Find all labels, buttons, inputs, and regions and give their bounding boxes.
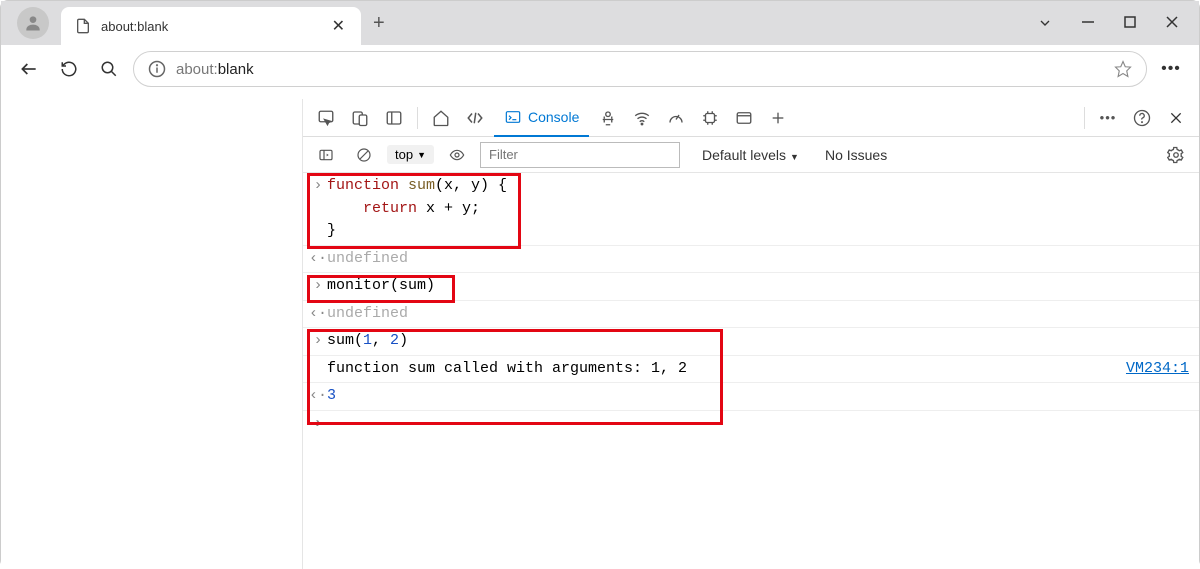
new-tab-button[interactable]: + xyxy=(373,12,385,35)
code-text: monitor(sum) xyxy=(327,275,1189,298)
sources-icon[interactable] xyxy=(593,103,623,133)
performance-icon[interactable] xyxy=(661,103,691,133)
console-input-row: › sum(1, 2) xyxy=(303,328,1199,356)
welcome-icon[interactable] xyxy=(426,103,456,133)
content-area: Console ••• top ▼ Def xyxy=(1,99,1199,569)
close-devtools-icon[interactable] xyxy=(1161,103,1191,133)
search-button[interactable] xyxy=(93,53,125,85)
chevron-down-icon[interactable] xyxy=(1037,15,1053,31)
profile-avatar[interactable] xyxy=(17,7,49,39)
log-text: function sum called with arguments: 1, 2 xyxy=(327,358,1126,381)
memory-icon[interactable] xyxy=(695,103,725,133)
input-caret-icon: › xyxy=(309,330,327,353)
input-caret-icon: › xyxy=(309,175,327,243)
devtools-panel: Console ••• top ▼ Def xyxy=(303,99,1199,569)
output-caret-icon: ‹· xyxy=(309,385,327,408)
device-toggle-icon[interactable] xyxy=(345,103,375,133)
context-label: top xyxy=(395,147,413,162)
favorite-icon[interactable] xyxy=(1114,60,1132,78)
reload-button[interactable] xyxy=(53,53,85,85)
file-icon xyxy=(75,18,91,34)
console-log-row: function sum called with arguments: 1, 2… xyxy=(303,356,1199,384)
prompt-caret-icon: › xyxy=(309,413,327,436)
console-toolbar: top ▼ Default levels No Issues xyxy=(303,137,1199,173)
devtools-more-icon[interactable]: ••• xyxy=(1093,103,1123,133)
tab-console[interactable]: Console xyxy=(494,99,589,137)
toggle-sidebar-icon[interactable] xyxy=(311,140,341,170)
help-icon[interactable] xyxy=(1127,103,1157,133)
close-tab-icon[interactable]: ✕ xyxy=(330,14,347,38)
filter-input[interactable] xyxy=(480,142,680,168)
input-caret-icon: › xyxy=(309,275,327,298)
window-titlebar: about:blank ✕ + xyxy=(1,1,1199,45)
clear-console-icon[interactable] xyxy=(349,140,379,170)
code-text: sum(1, 2) xyxy=(327,330,1189,353)
console-result-row: ‹· undefined xyxy=(303,246,1199,274)
maximize-icon[interactable] xyxy=(1123,15,1137,31)
console-prompt-row[interactable]: › xyxy=(303,411,1199,438)
console-input-row: › function sum(x, y) { return x + y; } xyxy=(303,173,1199,246)
output-caret-icon: ‹· xyxy=(309,303,327,326)
context-selector[interactable]: top ▼ xyxy=(387,145,434,164)
result-text: undefined xyxy=(327,248,1189,271)
console-result-row: ‹· 3 xyxy=(303,383,1199,411)
window-controls xyxy=(1037,15,1199,31)
elements-icon[interactable] xyxy=(460,103,490,133)
tab-title: about:blank xyxy=(101,19,330,34)
devtools-tabstrip: Console ••• xyxy=(303,99,1199,137)
network-icon[interactable] xyxy=(627,103,657,133)
more-tabs-icon[interactable] xyxy=(763,103,793,133)
result-text: undefined xyxy=(327,303,1189,326)
dock-icon[interactable] xyxy=(379,103,409,133)
result-text: 3 xyxy=(327,385,1189,408)
browser-tab[interactable]: about:blank ✕ xyxy=(61,7,361,45)
more-menu-button[interactable]: ••• xyxy=(1155,60,1187,78)
close-window-icon[interactable] xyxy=(1165,15,1179,31)
live-expression-icon[interactable] xyxy=(442,140,472,170)
issues-indicator[interactable]: No Issues xyxy=(825,147,887,163)
console-output[interactable]: › function sum(x, y) { return x + y; } ‹… xyxy=(303,173,1199,569)
page-viewport xyxy=(1,99,303,569)
minimize-icon[interactable] xyxy=(1081,15,1095,31)
address-bar[interactable]: about:blank xyxy=(133,51,1147,87)
site-info-icon[interactable] xyxy=(148,60,166,78)
tab-console-label: Console xyxy=(528,109,579,125)
url-text: about:blank xyxy=(176,61,254,78)
console-settings-icon[interactable] xyxy=(1161,140,1191,170)
inspect-icon[interactable] xyxy=(311,103,341,133)
log-source-link[interactable]: VM234:1 xyxy=(1126,358,1189,381)
code-text: function sum(x, y) { return x + y; } xyxy=(327,175,1189,243)
application-icon[interactable] xyxy=(729,103,759,133)
output-caret-icon: ‹· xyxy=(309,248,327,271)
log-levels-selector[interactable]: Default levels xyxy=(702,147,799,163)
browser-toolbar: about:blank ••• xyxy=(1,45,1199,93)
console-result-row: ‹· undefined xyxy=(303,301,1199,329)
back-button[interactable] xyxy=(13,53,45,85)
console-input-row: › monitor(sum) xyxy=(303,273,1199,301)
